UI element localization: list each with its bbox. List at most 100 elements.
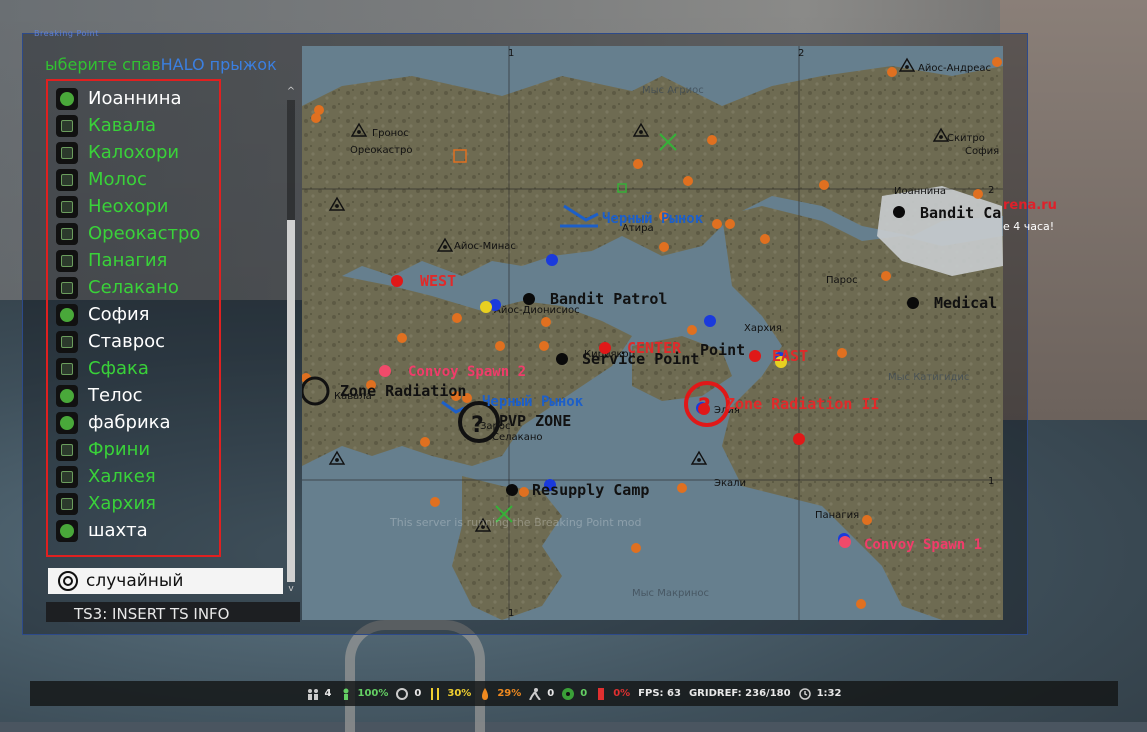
infection-icon	[396, 687, 409, 700]
dialog-title: Breaking Point	[34, 29, 99, 38]
resupply-camp-label: Resupply Camp	[532, 481, 649, 499]
town-label: Гронос	[372, 128, 409, 139]
halo-jump-label[interactable]: HALO прыжок	[161, 55, 277, 74]
spawn-list-item-label: Ореокастро	[88, 223, 201, 244]
spawn-list-item-label: Хархия	[88, 493, 156, 514]
spawn-checkbox-icon	[56, 330, 78, 353]
spawn-available-icon	[56, 384, 78, 407]
town-label: Мыс Катигидис	[888, 372, 969, 383]
spawn-list-item[interactable]: Молос	[56, 166, 147, 193]
fps-value: FPS: 63	[638, 688, 681, 699]
black-market-2-label: Черный Рынок	[482, 394, 584, 410]
spawn-list-item[interactable]: Ставрос	[56, 328, 165, 355]
town-label: Ореокастро	[350, 145, 412, 156]
spawn-list-scrollbar[interactable]: ^ v	[285, 86, 297, 596]
stamina-stat: 0	[529, 687, 554, 701]
spawn-available-icon	[56, 303, 78, 326]
spawn-available-icon	[56, 519, 78, 542]
spawn-list-item-label: Селакано	[88, 277, 179, 298]
zone-radiation-2-label: Zone Radiation II	[726, 395, 880, 413]
blood-icon	[595, 687, 607, 700]
west-label: WEST	[420, 272, 456, 290]
spawn-list-item[interactable]: Телос	[56, 382, 142, 409]
water-drop-icon	[479, 687, 491, 700]
spawn-list-item[interactable]: Селакано	[56, 274, 179, 301]
spawn-available-icon	[56, 87, 78, 110]
scroll-up-icon[interactable]: ^	[285, 86, 297, 98]
water-stat: 29%	[479, 687, 522, 700]
fps-readout: FPS: 63	[638, 688, 681, 699]
spawn-list-item-label: Кавала	[88, 115, 156, 136]
spawn-list-item-label: шахта	[88, 520, 148, 541]
town-label: Скитро	[947, 133, 985, 144]
scroll-thumb[interactable]	[287, 220, 295, 582]
svg-text:?: ?	[471, 413, 484, 438]
spawn-list-item[interactable]: Кавала	[56, 112, 156, 139]
spiral-icon	[58, 571, 78, 591]
running-icon	[529, 687, 542, 701]
clock-icon	[798, 687, 811, 700]
town-label: Селакано	[492, 432, 542, 443]
town-label: София	[965, 146, 999, 157]
spawn-list-item-label: Фрини	[88, 439, 151, 460]
spawn-list-item[interactable]: фабрика	[56, 409, 171, 436]
svg-text:?: ?	[698, 395, 711, 420]
spawn-list-item-label: Сфака	[88, 358, 149, 379]
food-icon	[429, 687, 441, 700]
spawn-list-item[interactable]: шахта	[56, 517, 148, 544]
select-spawn-label: ыберите спав	[45, 55, 161, 74]
spawn-list-item[interactable]: София	[56, 301, 150, 328]
medical-label: Medical	[934, 294, 997, 312]
spawn-map[interactable]: 1 2 2 1 1 Мыс Агриос Айос-Андреас Гронос…	[302, 46, 1003, 620]
spawn-heading: ыберите спавHALO прыжок	[45, 55, 277, 74]
spawn-list-item-label: Калохори	[88, 142, 180, 163]
spawn-list-item[interactable]: Калохори	[56, 139, 179, 166]
radiation-stat: 0	[562, 687, 587, 700]
map-canvas[interactable]: 1 2 2 1 1 Мыс Агриос Айос-Андреас Гронос…	[302, 46, 1003, 620]
scroll-down-icon[interactable]: v	[285, 584, 297, 596]
spawn-list-item[interactable]: Халкея	[56, 463, 156, 490]
spawn-list-item[interactable]: Сфака	[56, 355, 149, 382]
spawn-list-item-label: фабрика	[88, 412, 171, 433]
black-market-label: Черный Рынок	[602, 211, 704, 227]
spawn-list-item[interactable]: Панагия	[56, 247, 167, 274]
town-label: Экали	[714, 478, 746, 489]
map-watermark: This server is running the Breaking Poin…	[389, 516, 642, 529]
server-site-text: rena.ru	[1003, 198, 1057, 213]
food-value: 30%	[447, 688, 472, 699]
bandit-camp-label: Bandit Ca	[920, 204, 1001, 222]
bandit-patrol-label: Bandit Patrol	[550, 290, 667, 308]
town-label: Хархия	[744, 323, 782, 334]
water-value: 29%	[497, 688, 522, 699]
town-label: Айос-Минас	[454, 241, 516, 252]
spawn-list-item[interactable]: Неохори	[56, 193, 168, 220]
infection-value: 0	[414, 688, 422, 699]
grid-label: 2	[988, 185, 994, 196]
spawn-list-item[interactable]: Фрини	[56, 436, 150, 463]
teamspeak-info-text: TS3: INSERT TS INFO	[74, 605, 230, 622]
teamspeak-info: TS3: INSERT TS INFO	[46, 602, 300, 622]
town-label: Парос	[826, 275, 858, 286]
spawn-list: Иоаннина Кавала Калохори Молос Неохори Ореока…	[46, 79, 221, 557]
spawn-checkbox-icon	[56, 168, 78, 191]
spawn-checkbox-icon	[56, 492, 78, 515]
random-spawn-label: случайный	[86, 571, 184, 591]
random-spawn-button[interactable]: случайный	[48, 568, 283, 594]
spawn-checkbox-icon	[56, 357, 78, 380]
radiation-icon	[562, 687, 575, 700]
point-label: Point	[700, 341, 745, 359]
gridref-value: GRIDREF: 236/180	[688, 688, 791, 699]
spawn-list-item[interactable]: Ореокастро	[56, 220, 200, 247]
spawn-checkbox-icon	[56, 438, 78, 461]
status-hud: 4 100% 0 30% 29% 0 0 0% FPS: 63 GRIDREF:…	[30, 681, 1118, 706]
grid-label: 2	[798, 48, 804, 59]
health-value: 100%	[357, 688, 389, 699]
spawn-checkbox-icon	[56, 114, 78, 137]
convoy-spawn-1-label: Convoy Spawn 1	[864, 537, 982, 553]
spawn-list-item[interactable]: Хархия	[56, 490, 156, 517]
health-icon	[340, 688, 352, 700]
spawn-checkbox-icon	[56, 141, 78, 164]
spawn-list-item[interactable]: Иоаннина	[56, 85, 182, 112]
gridref-readout: GRIDREF: 236/180	[689, 688, 791, 699]
spawn-list-item-label: Неохори	[88, 196, 169, 217]
